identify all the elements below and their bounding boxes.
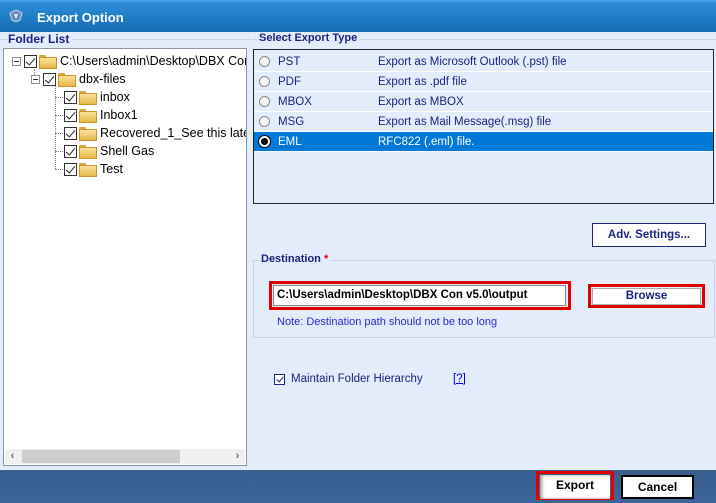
horizontal-scrollbar[interactable]: ‹ › [5, 449, 245, 464]
radio-unselected-icon[interactable] [259, 116, 270, 127]
tree-node-store[interactable]: dbx-files [31, 70, 126, 88]
export-option-eml[interactable]: EML RFC822 (.eml) file. [254, 132, 713, 152]
tree-node-label: Test [100, 162, 123, 176]
tree-node-folder[interactable]: Test [64, 160, 123, 178]
option-description: Export as .pdf file [378, 75, 467, 88]
required-mark: * [323, 253, 329, 265]
tree-node-folder[interactable]: Recovered_1_See this later [64, 124, 247, 142]
checkbox-checked-icon[interactable] [64, 126, 77, 140]
checkbox-checked-icon[interactable] [64, 162, 77, 176]
radio-unselected-icon[interactable] [259, 76, 270, 87]
option-name: MBOX [278, 95, 312, 108]
option-description: Export as Microsoft Outlook (.pst) file [378, 55, 567, 68]
checkbox-checked-icon[interactable] [24, 54, 37, 68]
option-name: MSG [278, 115, 305, 128]
option-name: PST [278, 55, 301, 68]
maintain-hierarchy-checkbox[interactable] [274, 374, 285, 385]
radio-selected-icon[interactable] [259, 136, 270, 147]
mail-store-icon [58, 73, 76, 87]
open-folder-icon [39, 55, 57, 69]
export-option-msg[interactable]: MSG Export as Mail Message(.msg) file [254, 112, 713, 132]
export-option-pdf[interactable]: PDF Export as .pdf file [254, 72, 713, 92]
export-type-label: Select Export Type [259, 32, 361, 44]
scrollbar-thumb[interactable] [22, 450, 180, 463]
scroll-left-icon[interactable]: ‹ [5, 449, 20, 464]
tree-node-label: inbox [100, 90, 130, 104]
title-bar: Export Option [0, 0, 716, 32]
destination-label: Destination * [261, 253, 332, 265]
destination-path-input[interactable]: C:\Users\admin\Desktop\DBX Con v5.0\outp… [273, 285, 566, 306]
tree-node-label: Shell Gas [100, 144, 155, 158]
tree-node-label: Inbox1 [100, 108, 138, 122]
export-option-mbox[interactable]: MBOX Export as MBOX [254, 92, 713, 112]
folder-list-label: Folder List [8, 32, 73, 46]
export-type-list: PST Export as Microsoft Outlook (.pst) f… [253, 49, 714, 204]
tree-node-label: C:\Users\admin\Desktop\DBX Con [60, 54, 247, 68]
checkbox-checked-icon[interactable] [64, 108, 77, 122]
checkbox-checked-icon[interactable] [64, 90, 77, 104]
radio-unselected-icon[interactable] [259, 56, 270, 67]
collapse-icon[interactable] [12, 56, 21, 66]
option-name: EML [278, 135, 302, 148]
checkbox-checked-icon[interactable] [64, 144, 77, 158]
browse-button[interactable]: Browse [592, 288, 701, 305]
tree-node-folder[interactable]: inbox [64, 88, 130, 106]
tree-node-folder[interactable]: Shell Gas [64, 142, 154, 160]
option-name: PDF [278, 75, 301, 88]
maintain-hierarchy-label: Maintain Folder Hierarchy [291, 373, 423, 385]
folder-icon [79, 127, 97, 141]
adv-settings-button[interactable]: Adv. Settings... [592, 223, 706, 247]
footer-bar: Export Cancel [0, 470, 716, 503]
folder-icon [79, 91, 97, 105]
tree-node-label: dbx-files [79, 72, 126, 86]
tree-node-root[interactable]: C:\Users\admin\Desktop\DBX Con [12, 52, 247, 70]
destination-note: Note: Destination path should not be too… [277, 316, 498, 328]
scroll-right-icon[interactable]: › [230, 449, 245, 464]
folder-tree[interactable]: C:\Users\admin\Desktop\DBX Con dbx-files… [3, 48, 247, 466]
export-option-pst[interactable]: PST Export as Microsoft Outlook (.pst) f… [254, 52, 713, 72]
option-description: RFC822 (.eml) file. [378, 135, 475, 148]
tree-node-label: Recovered_1_See this later [100, 126, 247, 140]
cancel-button[interactable]: Cancel [621, 475, 694, 499]
folder-icon [79, 163, 97, 177]
window-title: Export Option [37, 10, 124, 25]
export-button[interactable]: Export [540, 475, 610, 499]
radio-unselected-icon[interactable] [259, 96, 270, 107]
folder-icon [79, 109, 97, 123]
app-shield-icon [9, 9, 23, 23]
destination-label-text: Destination [261, 253, 321, 265]
option-description: Export as MBOX [378, 95, 464, 108]
tree-node-folder[interactable]: Inbox1 [64, 106, 138, 124]
collapse-icon[interactable] [31, 74, 40, 84]
checkbox-checked-icon[interactable] [43, 72, 56, 86]
folder-icon [79, 145, 97, 159]
option-description: Export as Mail Message(.msg) file [378, 115, 552, 128]
help-link[interactable]: [?] [453, 373, 466, 385]
